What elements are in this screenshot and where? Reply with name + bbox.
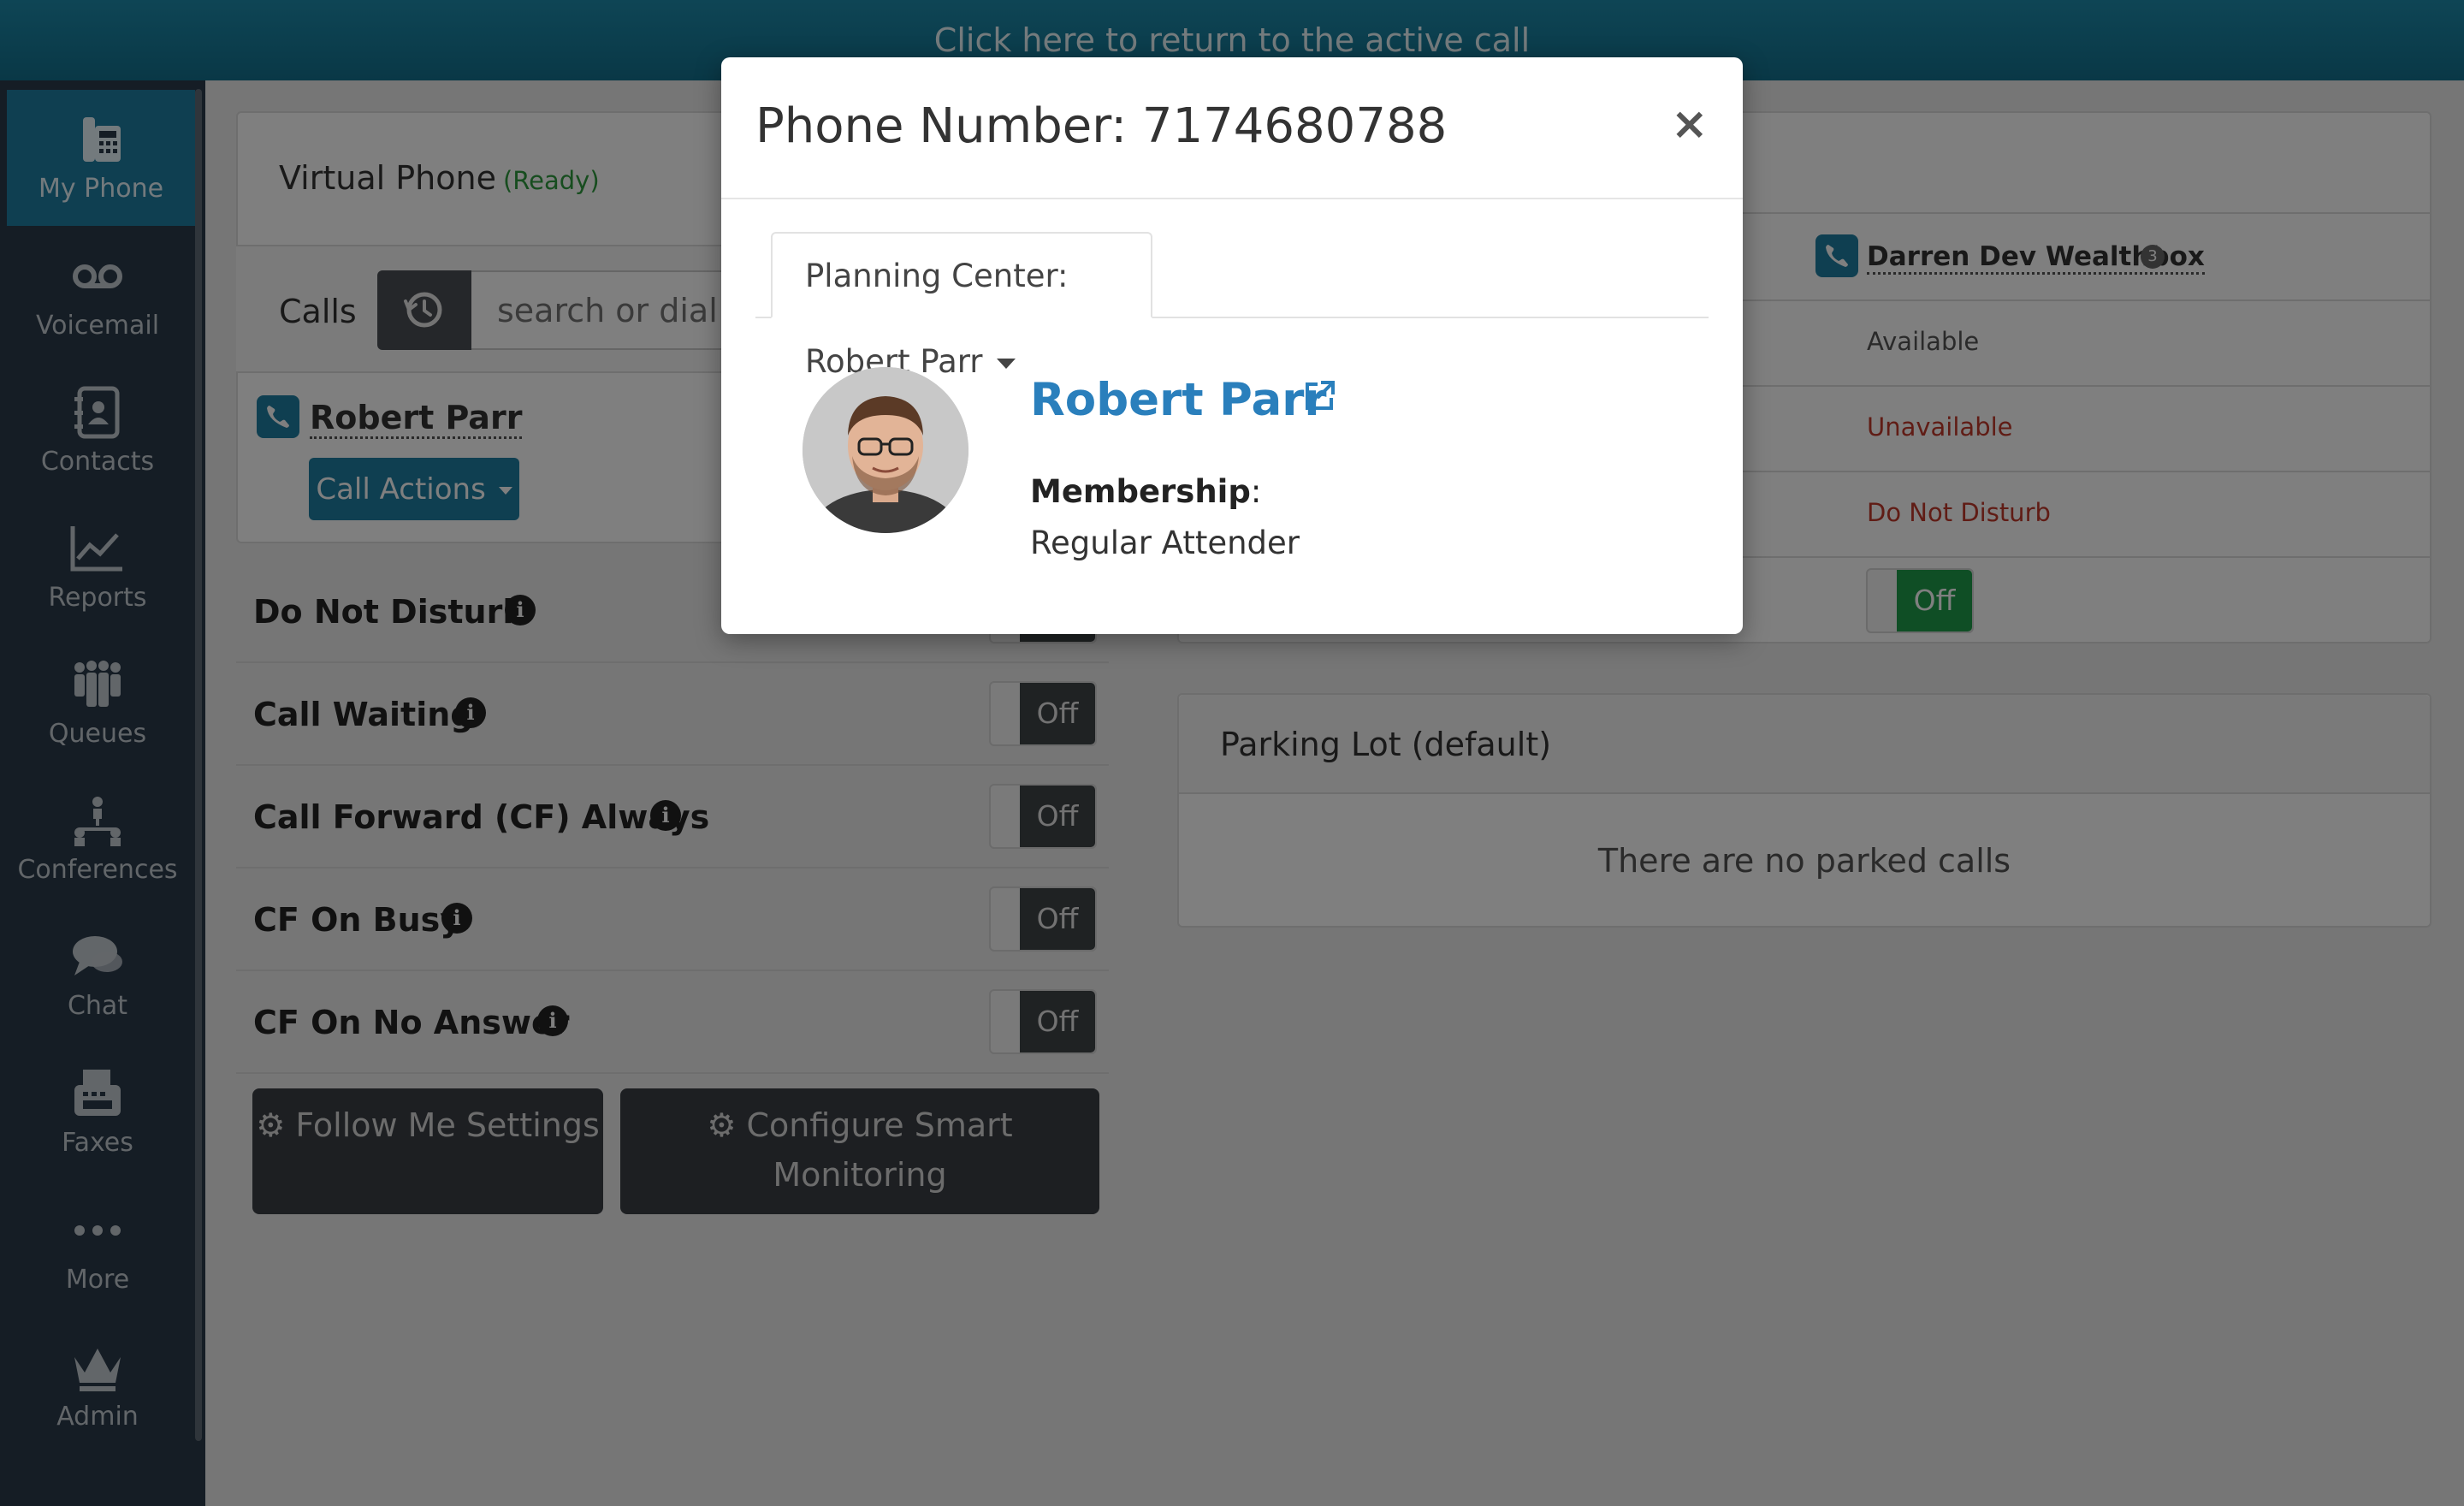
- modal-title: Phone Number: 7174680788: [755, 98, 1448, 154]
- chevron-down-icon: [996, 358, 1016, 369]
- avatar: [803, 367, 968, 533]
- close-icon[interactable]: ×: [1671, 98, 1709, 150]
- membership-label: Membership:: [1030, 473, 1262, 510]
- person-name-link[interactable]: Robert Parr: [1030, 374, 1327, 426]
- modal-divider: [721, 198, 1743, 199]
- phone-number-modal: Phone Number: 7174680788 × Planning Cent…: [721, 57, 1743, 634]
- membership-value: Regular Attender: [1030, 525, 1300, 561]
- tab-planning-center[interactable]: Planning Center: Robert Parr: [771, 232, 1152, 380]
- external-link-icon[interactable]: [1300, 377, 1338, 415]
